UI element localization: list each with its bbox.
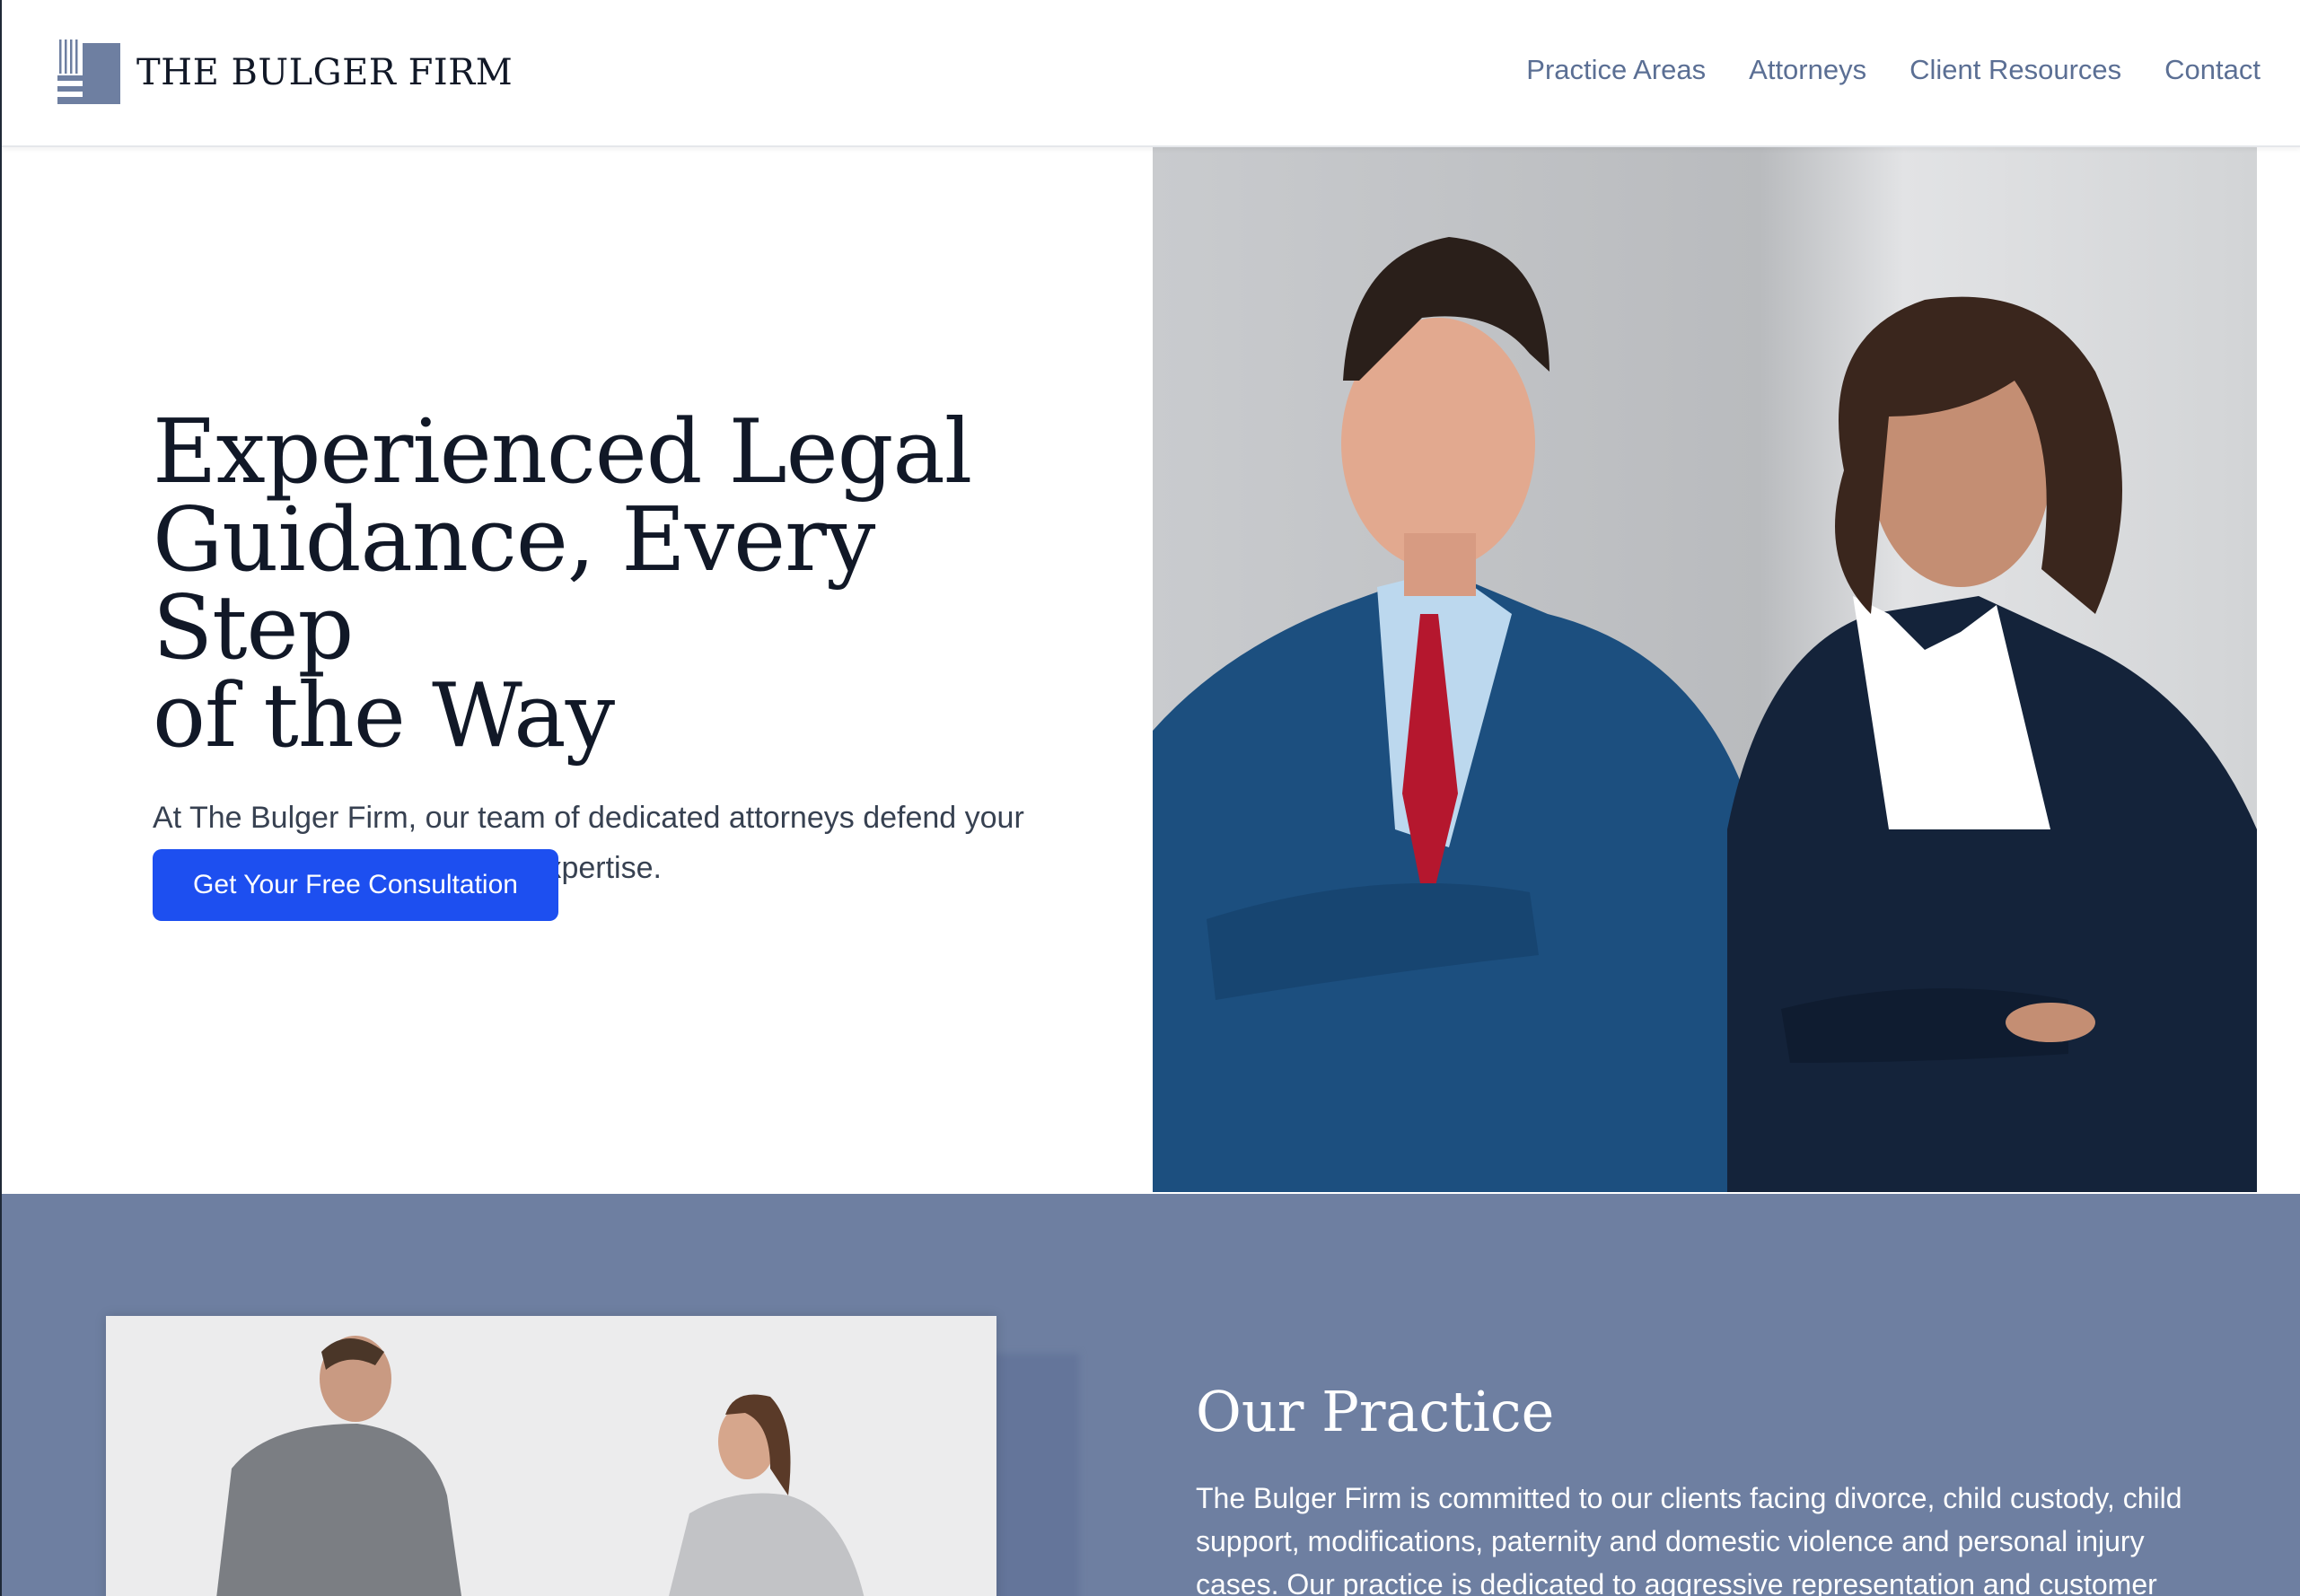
nav-practice-areas[interactable]: Practice Areas xyxy=(1526,54,1706,86)
practice-body: The Bulger Firm is committed to our clie… xyxy=(1196,1482,2182,1596)
practice-text: Our Practice The Bulger Firm is committe… xyxy=(1196,1379,2219,1596)
hero-title-line-3: of the Way xyxy=(153,665,615,767)
nav-attorneys[interactable]: Attorneys xyxy=(1749,54,1866,86)
attorneys-photo xyxy=(1153,147,2257,1192)
logo-text: THE BULGER FIRM xyxy=(136,52,514,93)
attorneys-illustration xyxy=(1153,147,2257,1192)
hero-title-line-2: Guidance, Every Step xyxy=(153,489,875,680)
main-nav: Practice Areas Attorneys Client Resource… xyxy=(1526,54,2260,86)
nav-contact[interactable]: Contact xyxy=(2164,54,2260,86)
site-logo[interactable]: THE BULGER FIRM xyxy=(57,39,513,106)
page: THE BULGER FIRM Practice Areas Attorneys… xyxy=(0,0,2300,1596)
practice-section: Our Practice The Bulger Firm is committe… xyxy=(2,1194,2300,1596)
hero-title-line-1: Experienced Legal xyxy=(153,401,972,504)
site-header: THE BULGER FIRM Practice Areas Attorneys… xyxy=(2,0,2300,147)
hero-title: Experienced Legal Guidance, Every Step o… xyxy=(153,408,1086,760)
practice-photo xyxy=(106,1316,996,1596)
free-consultation-button[interactable]: Get Your Free Consultation xyxy=(153,849,558,921)
nav-client-resources[interactable]: Client Resources xyxy=(1909,54,2121,86)
couple-illustration xyxy=(106,1316,996,1596)
columns-building-icon xyxy=(57,39,120,104)
practice-title: Our Practice xyxy=(1196,1379,1555,1444)
hero-content: Experienced Legal Guidance, Every Step o… xyxy=(153,408,1086,893)
